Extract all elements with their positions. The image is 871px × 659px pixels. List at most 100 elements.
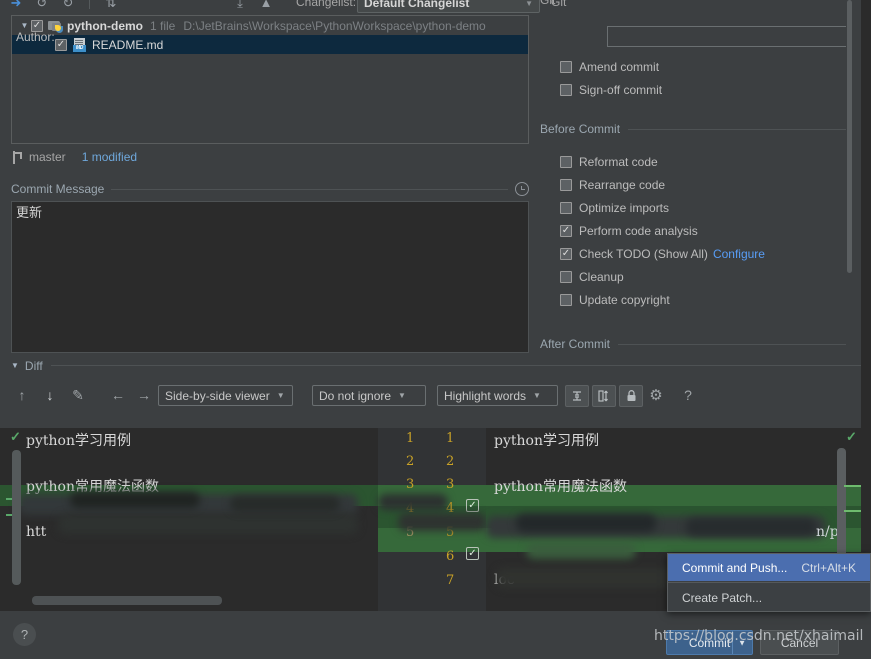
option-perform-code-analysis[interactable]: ✓ Perform code analysis bbox=[560, 223, 698, 239]
arrow-right-icon[interactable]: ➜ bbox=[8, 0, 24, 10]
tree-row-root[interactable]: ▼ ✓ python-demo 1 file D:\JetBrains\Work… bbox=[12, 16, 528, 35]
optimize-imports-label: Optimize imports bbox=[579, 201, 670, 215]
ignore-mode-select[interactable]: Do not ignore ▼ bbox=[312, 385, 426, 406]
history-clock-icon[interactable] bbox=[515, 182, 529, 196]
rearrange-code-checkbox[interactable]: ✓ bbox=[560, 179, 572, 191]
toggle-line-numbers-icon[interactable] bbox=[592, 385, 616, 407]
redaction-blur bbox=[516, 514, 656, 532]
check-todo-checkbox[interactable]: ✓ bbox=[560, 248, 572, 260]
redaction-blur bbox=[230, 496, 340, 512]
download-icon[interactable]: ⤓ bbox=[232, 0, 248, 10]
settings-gear-icon[interactable]: ⚙ bbox=[645, 385, 667, 405]
vcs-status-row: master 1 modified bbox=[11, 148, 137, 166]
option-signoff-commit[interactable]: ✓ Sign-off commit bbox=[560, 82, 662, 98]
update-copyright-label: Update copyright bbox=[579, 293, 670, 307]
signoff-commit-checkbox[interactable]: ✓ bbox=[560, 84, 572, 96]
refresh-left-icon[interactable]: ↺ bbox=[34, 0, 50, 10]
root-name: python-demo bbox=[67, 18, 143, 33]
right-line-number-6: 6 bbox=[446, 549, 455, 564]
collapse-unchanged-icon[interactable] bbox=[565, 385, 589, 407]
right-line-number-2: 2 bbox=[446, 454, 455, 469]
readme-checkbox[interactable]: ✓ bbox=[55, 38, 67, 51]
commit-button-label: Commit bbox=[688, 635, 731, 650]
cancel-button[interactable]: Cancel bbox=[760, 630, 839, 655]
changelist-value: Default Changelist bbox=[364, 0, 470, 10]
before-commit-section: Before Commit bbox=[540, 122, 850, 136]
redaction-blur bbox=[686, 518, 816, 536]
up-icon[interactable]: ▲ bbox=[258, 0, 274, 10]
commit-button[interactable]: Commit ▼ bbox=[666, 630, 753, 655]
chevron-down-icon[interactable]: ▼ bbox=[738, 638, 746, 647]
chevron-down-icon[interactable]: ▼ bbox=[11, 361, 19, 370]
next-difference-icon[interactable]: ↓ bbox=[40, 385, 60, 405]
collapse-all-icon[interactable]: ⇅ bbox=[103, 0, 119, 10]
modified-count[interactable]: 1 modified bbox=[82, 150, 137, 164]
diff-accept-checkbox-line-6[interactable]: ✓ bbox=[466, 547, 479, 560]
diff-right-line-1: python学习用例 bbox=[494, 433, 599, 449]
branch-icon bbox=[11, 150, 22, 164]
toolbar-divider bbox=[89, 0, 90, 9]
left-line-number-2: 2 bbox=[406, 454, 415, 469]
help-button[interactable]: ? bbox=[13, 623, 36, 646]
diff-pane-left[interactable]: ✓ python学习用例 python常用魔法函数 htt bbox=[0, 428, 378, 611]
diff-revision-row: eb634902491a7417e320c12322ea7776556033a4… bbox=[0, 410, 871, 427]
previous-difference-icon[interactable]: ↑ bbox=[12, 385, 32, 405]
commit-message-title: Commit Message bbox=[11, 182, 105, 196]
redaction-blur bbox=[526, 543, 636, 559]
reformat-code-checkbox[interactable]: ✓ bbox=[560, 156, 572, 168]
option-rearrange-code[interactable]: ✓ Rearrange code bbox=[560, 177, 665, 193]
amend-commit-checkbox[interactable]: ✓ bbox=[560, 61, 572, 73]
redaction-blur bbox=[70, 492, 200, 508]
dialog-right-edge-lower bbox=[861, 0, 871, 611]
author-input[interactable] bbox=[607, 26, 847, 47]
option-reformat-code[interactable]: ✓ Reformat code bbox=[560, 154, 658, 170]
readme-file-name: README.md bbox=[92, 37, 164, 52]
left-pane-scrollbar[interactable] bbox=[12, 450, 21, 585]
root-path: D:\JetBrains\Workspace\PythonWorkspace\p… bbox=[183, 18, 486, 33]
option-check-todo[interactable]: ✓ Check TODO (Show All) Configure bbox=[560, 246, 765, 262]
update-copyright-checkbox[interactable]: ✓ bbox=[560, 294, 572, 306]
read-only-lock-icon[interactable] bbox=[619, 385, 643, 407]
commit-context-menu[interactable]: Commit and Push... Ctrl+Alt+K Create Pat… bbox=[667, 553, 871, 612]
commit-message-header: Commit Message bbox=[11, 181, 529, 197]
diff-section-header[interactable]: ▼ Diff bbox=[11, 358, 861, 373]
viewer-mode-value: Side-by-side viewer bbox=[165, 388, 270, 403]
left-line-number-3: 3 bbox=[406, 477, 415, 492]
diff-right-line-3: python常用魔法函数 bbox=[494, 479, 627, 495]
edit-source-icon[interactable]: ✎ bbox=[68, 385, 88, 405]
chevron-down-icon[interactable]: ▼ bbox=[18, 21, 31, 30]
menu-item-commit-and-push[interactable]: Commit and Push... Ctrl+Alt+K bbox=[668, 554, 870, 581]
option-amend-commit[interactable]: ✓ Amend commit bbox=[560, 59, 659, 75]
tree-row-readme[interactable]: ✓ MD README.md bbox=[12, 35, 528, 54]
diff-accept-checkbox-line-4[interactable]: ✓ bbox=[466, 499, 479, 512]
changelist-select[interactable]: Default Changelist ▼ bbox=[357, 0, 540, 13]
viewer-mode-select[interactable]: Side-by-side viewer ▼ bbox=[158, 385, 293, 406]
diff-ok-check-icon: ✓ bbox=[846, 429, 857, 444]
divider bbox=[111, 188, 508, 190]
cleanup-checkbox[interactable]: ✓ bbox=[560, 271, 572, 283]
perform-code-analysis-checkbox[interactable]: ✓ bbox=[560, 225, 572, 237]
left-pane-hscrollbar[interactable] bbox=[32, 596, 222, 605]
after-commit-title: After Commit bbox=[540, 337, 611, 351]
right-line-number-1: 1 bbox=[446, 431, 455, 446]
help-icon[interactable]: ? bbox=[678, 385, 698, 405]
accept-right-icon[interactable]: → bbox=[134, 385, 154, 405]
chevron-down-icon: ▼ bbox=[533, 391, 541, 400]
branch-name: master bbox=[29, 150, 66, 164]
configure-link[interactable]: Configure bbox=[713, 247, 765, 261]
commit-message-input[interactable]: 更新 bbox=[11, 201, 529, 353]
right-panel-scrollbar[interactable] bbox=[846, 0, 853, 356]
accept-left-icon[interactable]: ← bbox=[108, 385, 128, 405]
dialog-button-bar: ? Commit ▼ Cancel bbox=[0, 611, 871, 659]
menu-item-create-patch[interactable]: Create Patch... bbox=[668, 584, 870, 611]
option-update-copyright[interactable]: ✓ Update copyright bbox=[560, 292, 670, 308]
right-pane-scrollbar[interactable] bbox=[837, 448, 846, 558]
option-optimize-imports[interactable]: ✓ Optimize imports bbox=[560, 200, 669, 216]
option-cleanup[interactable]: ✓ Cleanup bbox=[560, 269, 624, 285]
redaction-blur bbox=[398, 513, 486, 531]
signoff-commit-label: Sign-off commit bbox=[579, 83, 663, 97]
changed-files-tree[interactable]: ▼ ✓ python-demo 1 file D:\JetBrains\Work… bbox=[11, 15, 529, 144]
refresh-right-icon[interactable]: ↻ bbox=[60, 0, 76, 10]
highlight-mode-select[interactable]: Highlight words ▼ bbox=[437, 385, 558, 406]
optimize-imports-checkbox[interactable]: ✓ bbox=[560, 202, 572, 214]
